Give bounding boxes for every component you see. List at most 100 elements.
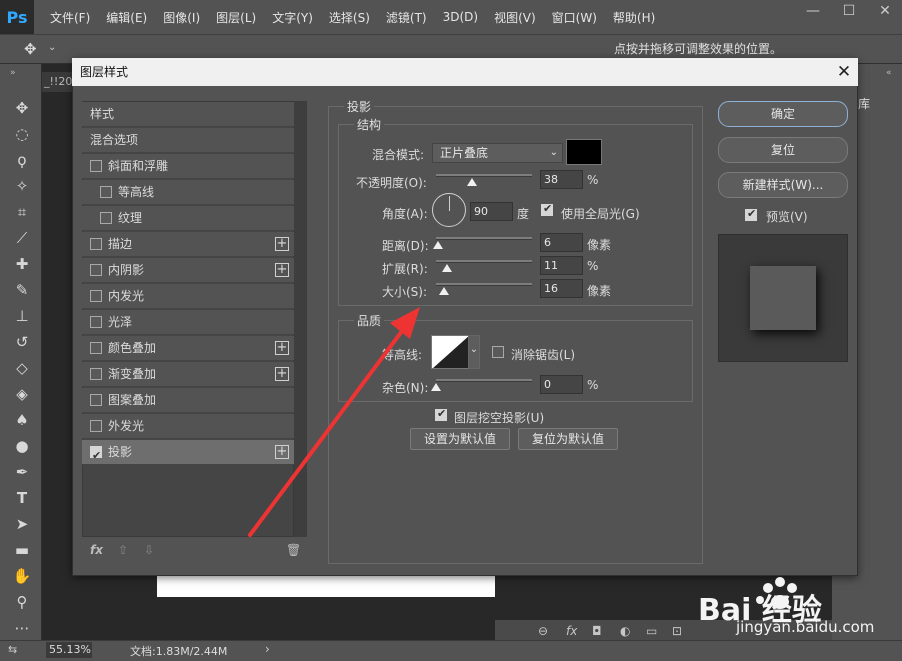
style-item-checkbox[interactable] bbox=[90, 290, 102, 302]
size-slider[interactable] bbox=[436, 283, 532, 286]
move-up-icon[interactable]: ⇧ bbox=[118, 543, 128, 557]
menu-help[interactable]: 帮助(H) bbox=[605, 9, 663, 26]
link-icon[interactable]: ⊖ bbox=[538, 624, 548, 638]
opacity-slider-knob[interactable] bbox=[467, 178, 478, 186]
style-item-checkbox[interactable] bbox=[90, 420, 102, 432]
add-effect-icon[interactable]: + bbox=[275, 263, 289, 277]
blend-mode-select[interactable]: 正片叠底 ⌄ bbox=[432, 143, 563, 163]
menu-select[interactable]: 选择(S) bbox=[321, 9, 378, 26]
zoom-icon[interactable]: ⚲ bbox=[10, 591, 34, 613]
contour-dropdown-icon[interactable]: ⌄ bbox=[468, 335, 480, 369]
noise-input[interactable]: 0 bbox=[540, 375, 583, 394]
eyedropper-icon[interactable]: ⟋ bbox=[10, 227, 34, 249]
paint-bucket-icon[interactable]: ◈ bbox=[10, 383, 34, 405]
style-item-checkbox[interactable] bbox=[100, 212, 112, 224]
style-item-checkbox[interactable] bbox=[90, 264, 102, 276]
knockout-checkbox[interactable] bbox=[435, 407, 447, 421]
document-tab[interactable]: _!!20 bbox=[42, 72, 72, 92]
pen-icon[interactable]: ✒ bbox=[10, 461, 34, 483]
menu-file[interactable]: 文件(F) bbox=[42, 9, 98, 26]
maximize-button[interactable]: ☐ bbox=[832, 0, 866, 22]
preview-checkbox[interactable] bbox=[745, 207, 757, 221]
distance-slider-knob[interactable] bbox=[432, 241, 443, 249]
global-light-checkbox[interactable] bbox=[541, 202, 553, 216]
crop-icon[interactable]: ⌗ bbox=[10, 201, 34, 223]
styles-header[interactable]: 样式 bbox=[82, 102, 294, 127]
opacity-input[interactable]: 38 bbox=[540, 170, 583, 189]
blend-options[interactable]: 混合选项 bbox=[82, 128, 294, 153]
new-layer-icon[interactable]: ⊡ bbox=[672, 624, 682, 638]
menu-image[interactable]: 图像(I) bbox=[155, 9, 208, 26]
mask-icon[interactable]: ◘ bbox=[592, 624, 602, 638]
menu-view[interactable]: 视图(V) bbox=[486, 9, 544, 26]
reset-default-button[interactable]: 复位为默认值 bbox=[518, 428, 618, 450]
chevron-down-icon[interactable]: ⌄ bbox=[48, 42, 56, 53]
style-item-checkbox[interactable] bbox=[90, 238, 102, 250]
menu-3d[interactable]: 3D(D) bbox=[435, 10, 486, 24]
move-down-icon[interactable]: ⇩ bbox=[144, 543, 154, 557]
more-tools-icon[interactable]: ⋯ bbox=[10, 617, 34, 639]
menu-window[interactable]: 窗口(W) bbox=[544, 9, 605, 26]
angle-dial[interactable] bbox=[432, 193, 466, 227]
close-icon[interactable]: ✕ bbox=[832, 60, 856, 84]
spread-slider[interactable] bbox=[436, 260, 532, 263]
spread-input[interactable]: 11 bbox=[540, 256, 583, 275]
add-effect-icon[interactable]: + bbox=[275, 237, 289, 251]
opacity-slider[interactable] bbox=[436, 174, 532, 177]
swap-colors-icon[interactable]: ⇆ bbox=[8, 643, 17, 656]
stamp-icon[interactable]: ⊥ bbox=[10, 305, 34, 327]
style-item-checkbox[interactable] bbox=[90, 342, 102, 354]
menu-filter[interactable]: 滤镜(T) bbox=[378, 9, 435, 26]
reset-button[interactable]: 复位 bbox=[718, 137, 848, 163]
style-item-checkbox[interactable] bbox=[90, 160, 102, 172]
antialias-checkbox[interactable] bbox=[492, 346, 504, 358]
style-item[interactable]: 等高线 bbox=[82, 180, 294, 205]
history-brush-icon[interactable]: ↺ bbox=[10, 331, 34, 353]
style-item-checkbox[interactable] bbox=[90, 368, 102, 380]
contour-picker[interactable] bbox=[431, 335, 469, 369]
trash-icon[interactable]: 🗑 bbox=[286, 543, 301, 557]
collapse-right-icon[interactable]: « bbox=[886, 68, 892, 78]
menu-edit[interactable]: 编辑(E) bbox=[98, 9, 155, 26]
noise-slider[interactable] bbox=[436, 379, 532, 382]
move-tool-icon[interactable]: ✥ bbox=[24, 40, 37, 58]
style-item[interactable]: 描边 + bbox=[82, 232, 294, 257]
size-input[interactable]: 16 bbox=[540, 279, 583, 298]
distance-slider[interactable] bbox=[436, 237, 532, 240]
menu-type[interactable]: 文字(Y) bbox=[264, 9, 321, 26]
lasso-icon[interactable]: ϙ bbox=[10, 149, 34, 171]
fx-icon[interactable]: fx bbox=[566, 624, 577, 638]
adjustment-icon[interactable]: ◐ bbox=[620, 624, 630, 638]
rectangle-icon[interactable]: ▬ bbox=[10, 539, 34, 561]
status-arrow-icon[interactable]: › bbox=[265, 642, 270, 656]
magic-wand-icon[interactable]: ✧ bbox=[10, 175, 34, 197]
move-icon[interactable]: ✥ bbox=[10, 97, 34, 119]
menu-layer[interactable]: 图层(L) bbox=[208, 9, 264, 26]
close-window-button[interactable]: ✕ bbox=[868, 0, 902, 22]
canvas[interactable] bbox=[157, 575, 495, 597]
new-style-button[interactable]: 新建样式(W)... bbox=[718, 172, 848, 198]
ok-button[interactable]: 确定 bbox=[718, 101, 848, 127]
fx-icon[interactable]: fx bbox=[90, 543, 103, 557]
eraser-icon[interactable]: ◇ bbox=[10, 357, 34, 379]
zoom-field[interactable]: 55.13% bbox=[46, 642, 92, 658]
style-item[interactable]: 内阴影 + bbox=[82, 258, 294, 283]
size-slider-knob[interactable] bbox=[438, 287, 449, 295]
shadow-color-swatch[interactable] bbox=[566, 139, 602, 165]
path-select-icon[interactable]: ➤ bbox=[10, 513, 34, 535]
angle-input[interactable]: 90 bbox=[470, 202, 513, 221]
style-item[interactable]: 纹理 bbox=[82, 206, 294, 231]
type-icon[interactable]: T bbox=[10, 487, 34, 509]
hand-icon[interactable]: ✋ bbox=[10, 565, 34, 587]
blur-icon[interactable]: ♠ bbox=[10, 409, 34, 431]
distance-input[interactable]: 6 bbox=[540, 233, 583, 252]
style-item[interactable]: 斜面和浮雕 bbox=[82, 154, 294, 179]
style-item-checkbox[interactable] bbox=[100, 186, 112, 198]
libraries-tab[interactable]: 库 bbox=[858, 95, 870, 112]
healing-brush-icon[interactable]: ✚ bbox=[10, 253, 34, 275]
noise-slider-knob[interactable] bbox=[431, 383, 441, 391]
style-item-checkbox[interactable] bbox=[90, 444, 102, 468]
brush-icon[interactable]: ✎ bbox=[10, 279, 34, 301]
minimize-button[interactable]: — bbox=[796, 0, 830, 22]
style-item-checkbox[interactable] bbox=[90, 394, 102, 406]
